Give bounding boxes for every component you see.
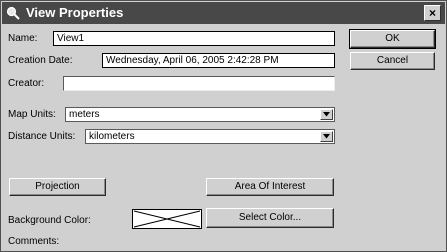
map-units-label: Map Units:	[8, 109, 56, 120]
no-color-icon	[133, 210, 201, 228]
background-color-swatch[interactable]	[132, 209, 202, 229]
creation-date-label: Creation Date:	[8, 55, 73, 66]
distance-units-select[interactable]: kilometers	[85, 129, 335, 144]
name-field[interactable]: View1	[53, 31, 335, 46]
background-color-label: Background Color:	[8, 215, 91, 226]
name-label: Name:	[8, 33, 38, 44]
comments-label: Comments:	[8, 236, 60, 247]
name-value: View1	[57, 33, 85, 44]
area-of-interest-button-label: Area Of Interest	[234, 181, 306, 192]
area-of-interest-button[interactable]: Area Of Interest	[206, 178, 334, 196]
creation-date-value: Wednesday, April 06, 2005 2:42:28 PM	[106, 55, 279, 66]
window-title: View Properties	[26, 5, 124, 20]
magnifier-icon	[6, 6, 20, 20]
cancel-button-label: Cancel	[376, 55, 409, 66]
ok-button-label: OK	[385, 33, 400, 44]
cancel-button[interactable]: Cancel	[350, 52, 435, 70]
distance-units-label: Distance Units:	[8, 131, 76, 142]
close-button[interactable]: ×	[424, 5, 441, 21]
projection-button[interactable]: Projection	[9, 178, 106, 196]
map-units-value: meters	[69, 109, 100, 120]
select-color-button-label: Select Color...	[238, 212, 302, 223]
creation-date-field: Wednesday, April 06, 2005 2:42:28 PM	[102, 53, 335, 68]
select-color-button[interactable]: Select Color...	[206, 208, 334, 228]
creator-label: Creator:	[8, 78, 45, 89]
ok-button[interactable]: OK	[349, 29, 436, 49]
chevron-down-icon[interactable]	[320, 109, 333, 120]
title-bar[interactable]: View Properties ×	[2, 2, 445, 24]
creator-field[interactable]	[63, 76, 335, 91]
chevron-down-icon[interactable]	[320, 131, 333, 142]
map-units-select[interactable]: meters	[65, 107, 335, 122]
projection-button-label: Projection	[35, 181, 80, 192]
close-icon: ×	[428, 6, 436, 20]
distance-units-value: kilometers	[89, 131, 135, 142]
view-properties-dialog: View Properties × Name: View1 Creation D…	[0, 0, 447, 252]
